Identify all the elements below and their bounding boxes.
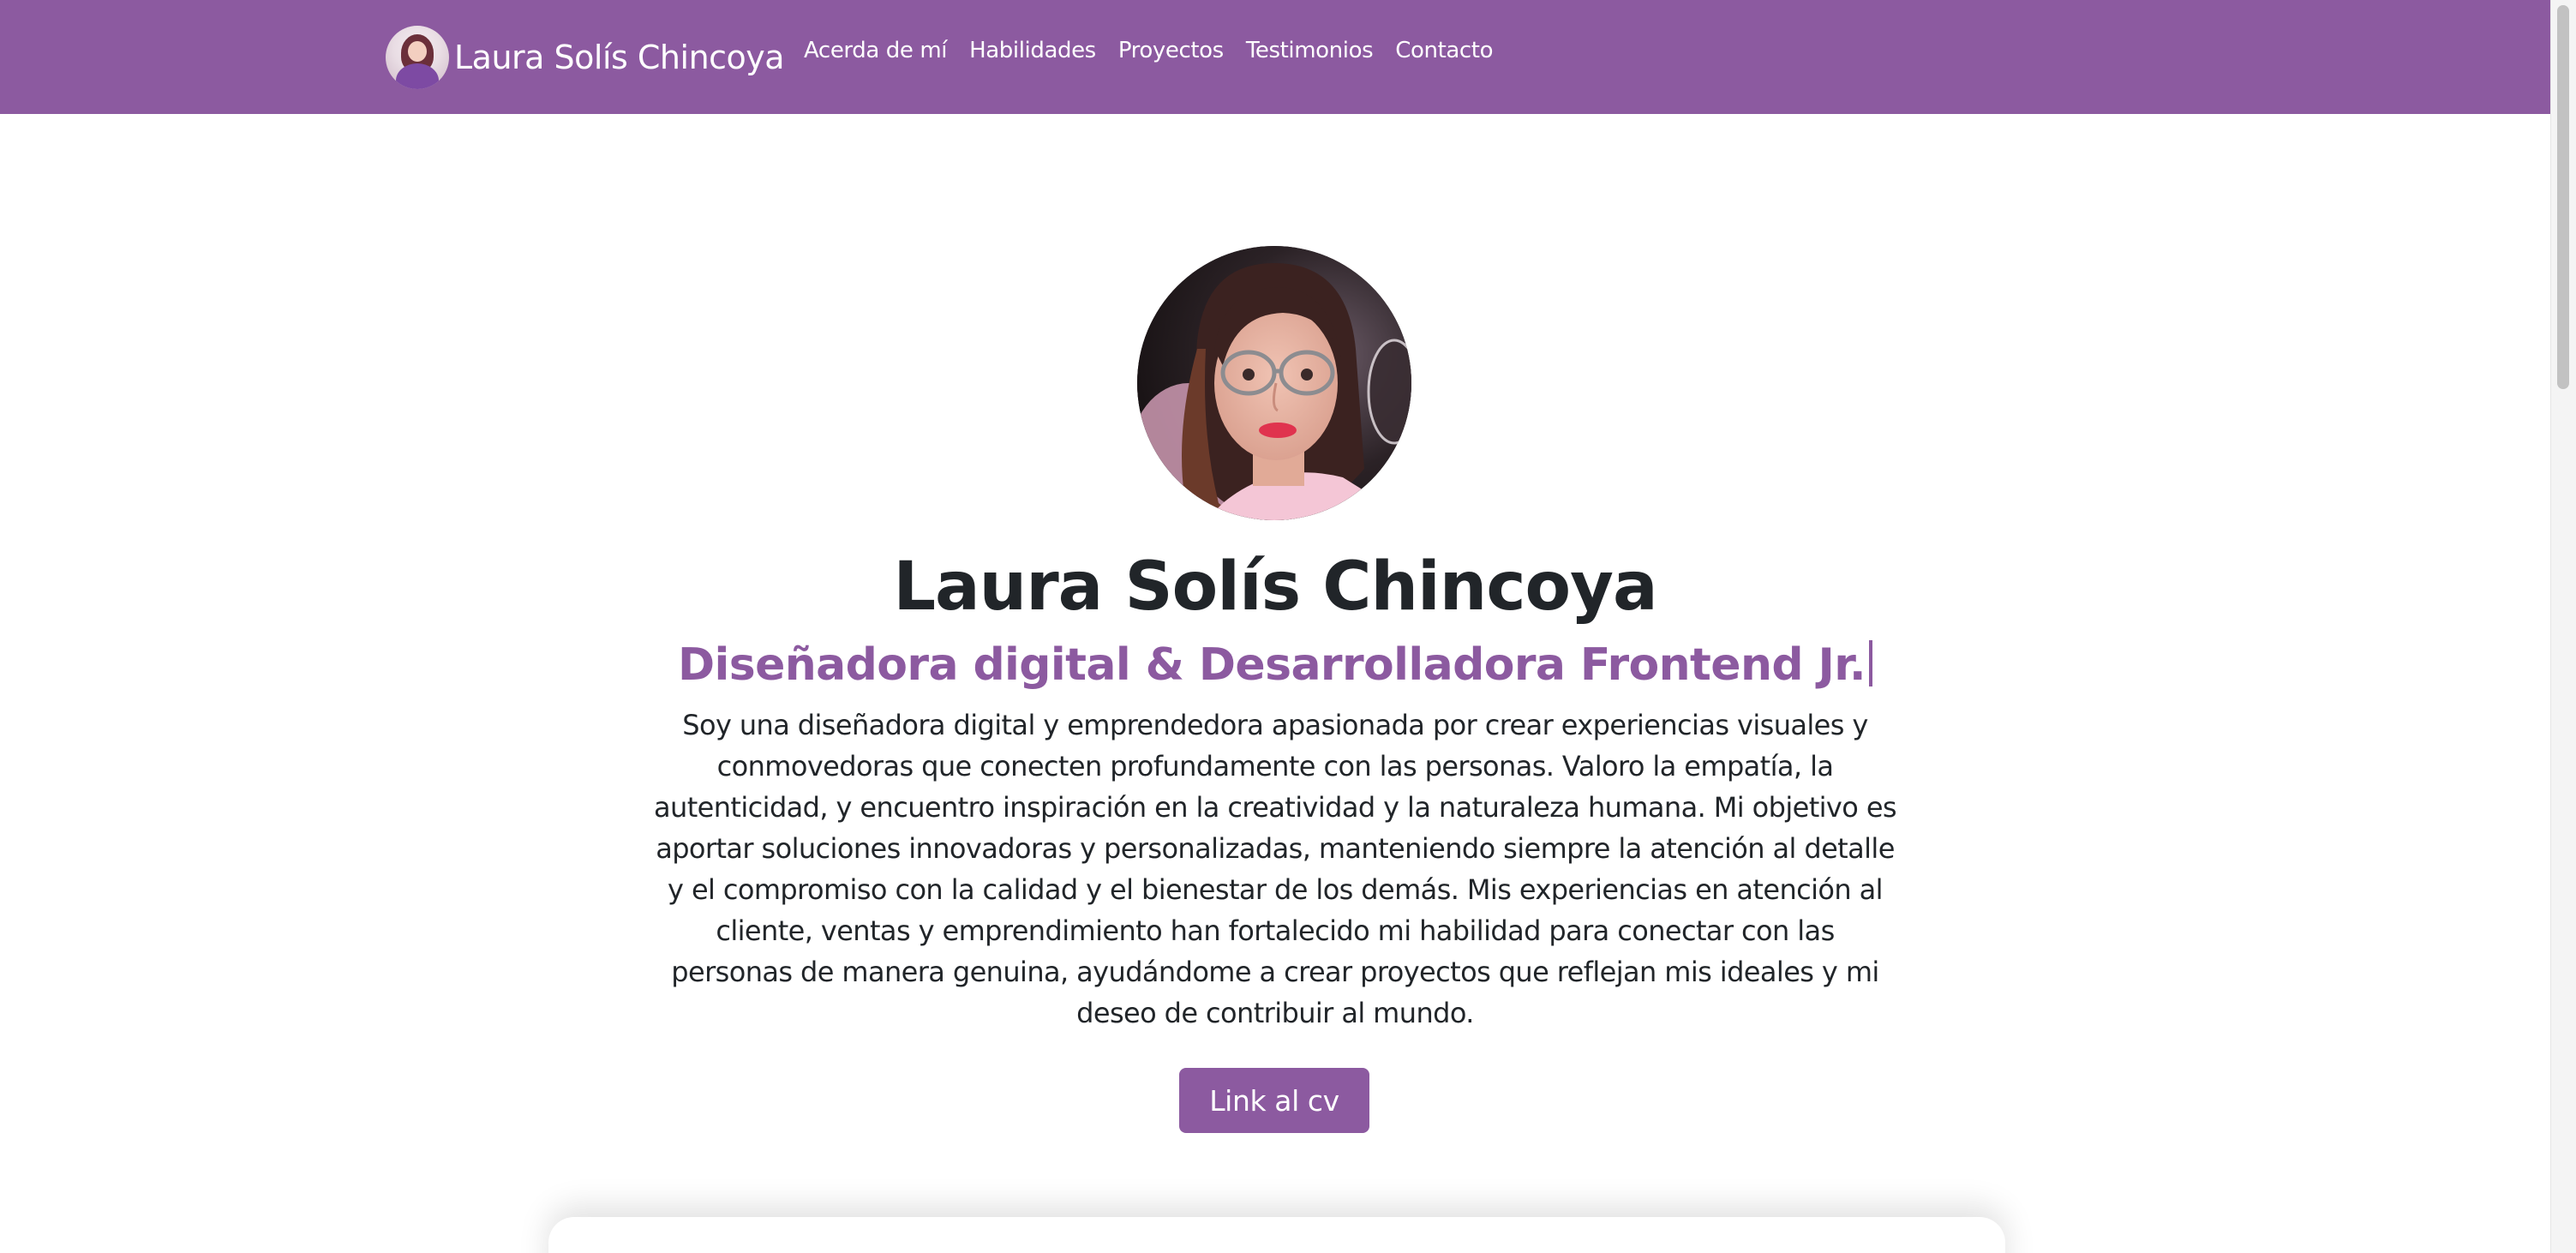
brand-name: Laura Solís Chincoya	[454, 39, 785, 76]
brand-link[interactable]: Laura Solís Chincoya	[386, 26, 785, 89]
nav-links: Acerda de mí Habilidades Proyectos Testi…	[804, 38, 1515, 63]
brand-avatar	[386, 26, 449, 89]
typing-cursor	[1869, 640, 1873, 686]
nav-link-testimonials[interactable]: Testimonios	[1246, 38, 1374, 63]
hero-name: Laura Solís Chincoya	[893, 549, 1657, 626]
navbar: Laura Solís Chincoya Acerda de mí Habili…	[0, 0, 2550, 114]
scrollbar-thumb[interactable]	[2557, 5, 2569, 389]
nav-link-skills[interactable]: Habilidades	[969, 38, 1096, 63]
hero-subtitle-text: Diseñadora digital & Desarrolladora Fron…	[677, 639, 1866, 691]
nav-link-contact[interactable]: Contacto	[1395, 38, 1493, 63]
next-section-card	[548, 1217, 2005, 1253]
nav-link-projects[interactable]: Proyectos	[1118, 38, 1224, 63]
cv-link-button[interactable]: Link al cv	[1179, 1068, 1369, 1133]
nav-link-about[interactable]: Acerda de mí	[804, 38, 947, 63]
hero-subtitle: Diseñadora digital & Desarrolladora Fron…	[0, 639, 2550, 691]
page-scrollbar[interactable]	[2550, 0, 2576, 1253]
page: Laura Solís Chincoya Acerda de mí Habili…	[0, 0, 2550, 1253]
hero-description: Soy una diseñadora digital y emprendedor…	[654, 709, 1897, 1029]
profile-photo	[1137, 246, 1411, 520]
